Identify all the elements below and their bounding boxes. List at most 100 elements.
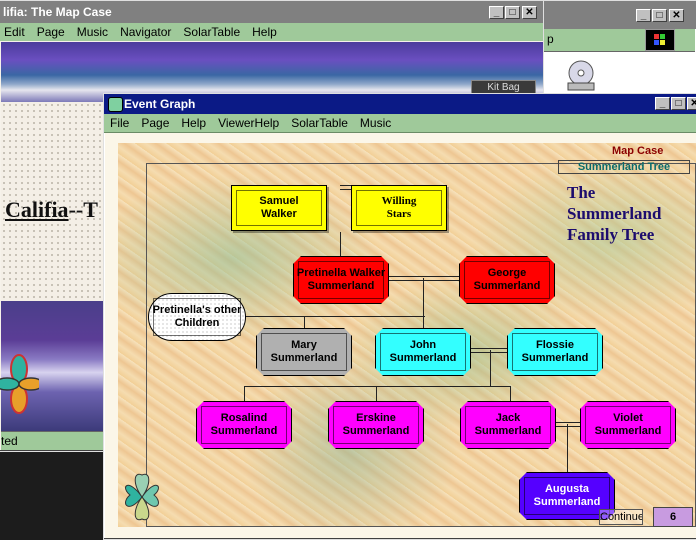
- tree-label: Summerland Tree: [577, 161, 671, 173]
- node-samuel-walker[interactable]: Samuel Walker: [231, 185, 327, 231]
- connector: [376, 386, 377, 402]
- node-name: Jack: [495, 412, 521, 424]
- family-title-line-2: Summerland: [567, 204, 662, 223]
- node-surname: Stars: [386, 208, 412, 220]
- node-john-summerland[interactable]: John Summerland: [375, 328, 471, 376]
- continue-button[interactable]: Continue: [599, 509, 643, 525]
- node-name: Pretinella Walker: [296, 267, 386, 279]
- tree-label-box[interactable]: Summerland Tree: [558, 160, 690, 174]
- app-icon: [108, 97, 123, 112]
- node-name: Pretinella's other: [152, 304, 242, 316]
- close-icon[interactable]: ✕: [687, 97, 696, 110]
- node-surname: Summerland: [307, 280, 375, 292]
- node-pretinella-walker[interactable]: Pretinella Walker Summerland: [293, 256, 389, 304]
- event-graph-titlebar[interactable]: Event Graph: [104, 94, 696, 114]
- node-name: John: [409, 339, 437, 351]
- node-name: Erskine: [356, 412, 396, 424]
- menu-edit[interactable]: Edit: [4, 25, 25, 39]
- connector: [567, 424, 568, 472]
- node-name: Rosalind: [220, 412, 268, 424]
- right-window-label: p: [547, 32, 554, 46]
- menu-solartable[interactable]: SolarTable: [291, 116, 348, 130]
- node-pretinella-other-children[interactable]: Pretinella's other Children: [148, 293, 246, 341]
- family-title: The Summerland Family Tree: [567, 182, 661, 245]
- connector: [471, 348, 508, 349]
- kitbag-label: Kit Bag: [487, 82, 520, 93]
- node-willing-stars[interactable]: Willing Stars: [351, 185, 447, 231]
- flower-icon: [0, 354, 39, 414]
- event-graph-title: Event Graph: [124, 97, 196, 111]
- connector: [245, 316, 425, 317]
- node-name: Willing: [381, 195, 417, 207]
- connector: [423, 278, 424, 306]
- node-name: Augusta: [544, 483, 589, 495]
- menu-viewerhelp[interactable]: ViewerHelp: [218, 116, 279, 130]
- connector: [388, 276, 460, 277]
- status-text: ted: [1, 434, 18, 448]
- menu-file[interactable]: File: [110, 116, 129, 130]
- menu-page[interactable]: Page: [37, 25, 65, 39]
- node-surname: Walker: [261, 208, 297, 220]
- node-surname: Summerland: [474, 425, 542, 437]
- cd-drive-icon[interactable]: [564, 59, 598, 93]
- node-surname: Summerland: [210, 425, 278, 437]
- node-flossie-summerland[interactable]: Flossie Summerland: [507, 328, 603, 376]
- close-icon[interactable]: ✕: [669, 9, 684, 22]
- node-name: Flossie: [536, 339, 574, 351]
- connector: [340, 232, 341, 256]
- heading-rest: --T: [68, 197, 98, 222]
- page-number: 6: [669, 511, 677, 523]
- connector: [304, 316, 305, 328]
- map-case-statusbar: ted: [1, 431, 105, 450]
- node-surname: Summerland: [473, 280, 541, 292]
- node-surname: Summerland: [594, 425, 662, 437]
- right-window: _ □ ✕ p: [543, 0, 696, 98]
- node-george-summerland[interactable]: George Summerland: [459, 256, 555, 304]
- connector: [556, 422, 580, 423]
- menu-navigator[interactable]: Navigator: [120, 25, 171, 39]
- connector: [388, 280, 460, 281]
- node-name: Mary: [291, 339, 317, 351]
- map-case-link-label: Map Case: [612, 145, 664, 157]
- node-jack-summerland[interactable]: Jack Summerland: [460, 401, 556, 449]
- map-case-link[interactable]: Map Case: [612, 145, 663, 157]
- map-case-titlebar[interactable]: lifia: The Map Case: [0, 1, 544, 23]
- page-number-box[interactable]: 6: [653, 507, 693, 527]
- maximize-icon[interactable]: □: [671, 97, 686, 110]
- node-surname: Summerland: [533, 496, 601, 508]
- maximize-icon[interactable]: □: [505, 6, 520, 19]
- event-graph-menubar: File Page Help ViewerHelp SolarTable Music: [104, 114, 696, 133]
- menu-music[interactable]: Music: [360, 116, 391, 130]
- family-title-line-3: Family Tree: [567, 225, 655, 244]
- clover-icon[interactable]: [118, 469, 166, 525]
- node-mary-summerland[interactable]: Mary Summerland: [256, 328, 352, 376]
- minimize-icon[interactable]: _: [489, 6, 504, 19]
- map-case-title: lifia: The Map Case: [3, 5, 112, 19]
- connector: [423, 306, 424, 328]
- node-surname: Children: [174, 317, 220, 329]
- node-erskine-summerland[interactable]: Erskine Summerland: [328, 401, 424, 449]
- minimize-icon[interactable]: _: [636, 9, 651, 22]
- map-case-heading: Califia--T: [5, 197, 98, 223]
- node-name: Samuel: [259, 195, 299, 207]
- node-rosalind-summerland[interactable]: Rosalind Summerland: [196, 401, 292, 449]
- windows-logo-icon[interactable]: [645, 29, 675, 51]
- node-name: George: [487, 267, 527, 279]
- minimize-icon[interactable]: _: [655, 97, 670, 110]
- node-name: Violet: [613, 412, 643, 424]
- connector: [490, 350, 491, 386]
- menu-music[interactable]: Music: [77, 25, 108, 39]
- menu-page[interactable]: Page: [141, 116, 169, 130]
- node-surname: Summerland: [389, 352, 457, 364]
- menu-solartable[interactable]: SolarTable: [183, 25, 240, 39]
- heading-link[interactable]: Califia: [5, 197, 69, 222]
- close-icon[interactable]: ✕: [522, 6, 537, 19]
- node-violet-summerland[interactable]: Violet Summerland: [580, 401, 676, 449]
- menu-help[interactable]: Help: [181, 116, 206, 130]
- maximize-icon[interactable]: □: [652, 9, 667, 22]
- connector: [244, 386, 511, 387]
- menu-help[interactable]: Help: [252, 25, 277, 39]
- node-surname: Summerland: [270, 352, 338, 364]
- connector: [510, 386, 511, 402]
- node-surname: Summerland: [521, 352, 589, 364]
